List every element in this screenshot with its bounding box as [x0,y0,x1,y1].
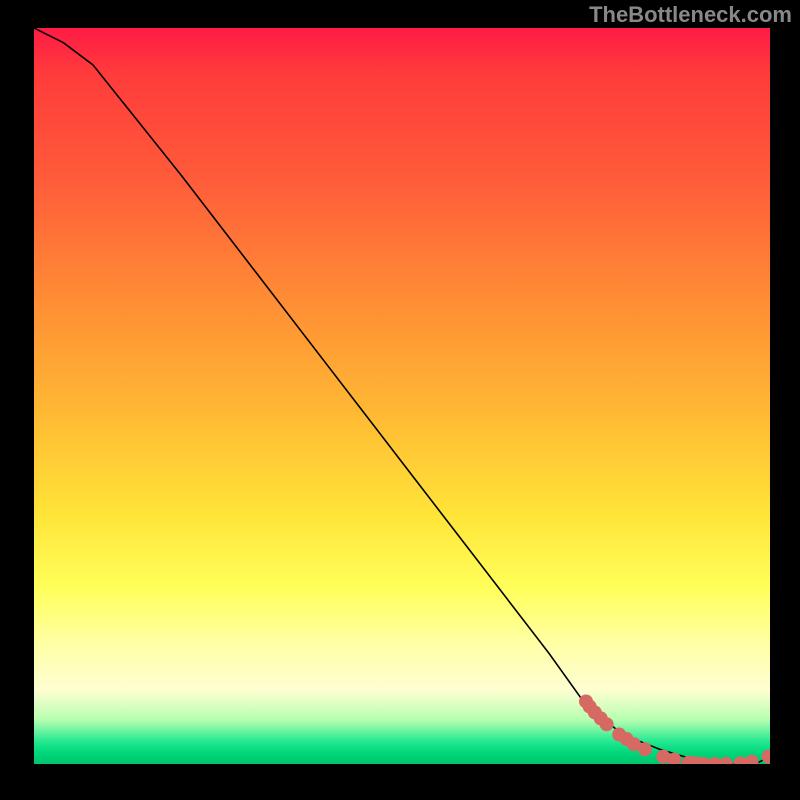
data-marker [719,757,733,764]
chart-container: TheBottleneck.com [0,0,800,800]
watermark-text: TheBottleneck.com [589,2,792,28]
marker-group [579,694,770,764]
data-marker [745,755,759,764]
data-marker [600,717,614,731]
bottleneck-curve [34,28,770,764]
chart-overlay [34,28,770,764]
data-marker [762,750,770,764]
data-marker [638,742,652,756]
